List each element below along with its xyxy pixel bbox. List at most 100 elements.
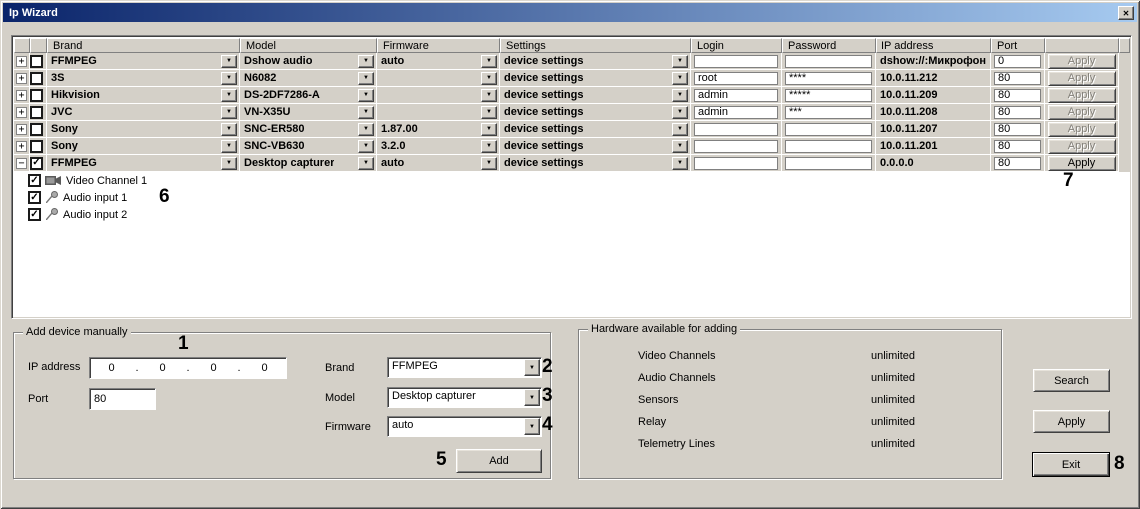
password-input[interactable] [785,72,872,85]
dropdown-arrow-icon[interactable]: ▼ [358,89,374,102]
dropdown-arrow-icon[interactable]: ▼ [524,389,540,406]
dropdown-arrow-icon[interactable]: ▼ [524,418,540,435]
port-input[interactable] [994,157,1041,170]
row-checkbox[interactable] [30,55,43,68]
dropdown-arrow-icon[interactable]: ▼ [481,123,497,136]
password-input[interactable] [785,157,872,170]
search-button[interactable]: Search [1033,369,1110,392]
channel-checkbox[interactable]: ✓ [28,174,41,187]
header-expand [14,38,30,53]
row-apply-button[interactable]: Apply [1048,88,1116,103]
ip-octet[interactable]: 0 [141,362,184,374]
expand-toggle[interactable]: + [16,107,27,118]
manual-port-input[interactable] [90,389,155,409]
apply-button[interactable]: Apply [1033,410,1110,433]
dropdown-arrow-icon[interactable]: ▼ [672,140,688,153]
close-button[interactable]: ✕ [1118,6,1134,20]
password-input[interactable] [785,140,872,153]
port-input[interactable] [994,106,1041,119]
login-input[interactable] [694,89,778,102]
dropdown-arrow-icon[interactable]: ▼ [481,157,497,170]
dropdown-arrow-icon[interactable]: ▼ [481,106,497,119]
expand-toggle[interactable]: + [16,141,27,152]
dropdown-arrow-icon[interactable]: ▼ [481,72,497,85]
dropdown-arrow-icon[interactable]: ▼ [221,106,237,119]
dropdown-arrow-icon[interactable]: ▼ [358,123,374,136]
expand-toggle[interactable]: + [16,124,27,135]
dropdown-arrow-icon[interactable]: ▼ [672,123,688,136]
exit-button[interactable]: Exit [1032,452,1110,477]
video-camera-icon [45,175,62,186]
login-input[interactable] [694,123,778,136]
dropdown-arrow-icon[interactable]: ▼ [221,157,237,170]
model-combobox[interactable]: Desktop capturer ▼ [387,387,542,408]
row-apply-button[interactable]: Apply [1048,54,1116,69]
login-input[interactable] [694,106,778,119]
login-input[interactable] [694,140,778,153]
ip-octet[interactable]: 0 [90,362,133,374]
port-input[interactable] [994,89,1041,102]
row-checkbox[interactable]: ✓ [30,157,43,170]
port-input[interactable] [994,72,1041,85]
login-input[interactable] [694,55,778,68]
ip-address-field[interactable]: 0 . 0 . 0 . 0 [89,357,287,379]
dropdown-arrow-icon[interactable]: ▼ [672,55,688,68]
dropdown-arrow-icon[interactable]: ▼ [221,89,237,102]
row-checkbox[interactable] [30,72,43,85]
row-apply-button[interactable]: Apply [1048,71,1116,86]
login-input[interactable] [694,157,778,170]
channel-checkbox[interactable]: ✓ [28,208,41,221]
row-checkbox[interactable] [30,140,43,153]
port-input[interactable] [994,55,1041,68]
dropdown-arrow-icon[interactable]: ▼ [672,157,688,170]
dropdown-arrow-icon[interactable]: ▼ [672,89,688,102]
expand-toggle[interactable]: + [16,56,27,67]
dropdown-arrow-icon[interactable]: ▼ [358,157,374,170]
dropdown-arrow-icon[interactable]: ▼ [672,72,688,85]
firmware-combobox[interactable]: auto ▼ [387,416,542,437]
ip-octet[interactable]: 0 [243,362,286,374]
model-value: Desktop capturer [240,157,334,169]
dropdown-arrow-icon[interactable]: ▼ [358,72,374,85]
row-checkbox[interactable] [30,106,43,119]
dropdown-arrow-icon[interactable]: ▼ [358,106,374,119]
table-row: + Hikvision▼ DS-2DF7286-A▼ ▼ device sett… [14,87,1130,104]
login-input[interactable] [694,72,778,85]
dropdown-arrow-icon[interactable]: ▼ [524,359,540,376]
dropdown-arrow-icon[interactable]: ▼ [481,89,497,102]
collapse-toggle[interactable]: − [16,158,27,169]
ip-octet[interactable]: 0 [192,362,235,374]
password-input[interactable] [785,89,872,102]
add-button[interactable]: Add [456,449,542,473]
dropdown-arrow-icon[interactable]: ▼ [221,140,237,153]
channel-checkbox[interactable]: ✓ [28,191,41,204]
row-apply-button[interactable]: Apply [1048,105,1116,120]
row-checkbox[interactable] [30,123,43,136]
expand-toggle[interactable]: + [16,73,27,84]
dropdown-arrow-icon[interactable]: ▼ [358,140,374,153]
row-apply-button[interactable]: Apply [1048,122,1116,137]
brand-combobox[interactable]: FFMPEG ▼ [387,357,542,378]
port-input[interactable] [994,140,1041,153]
port-input[interactable] [994,123,1041,136]
dropdown-arrow-icon[interactable]: ▼ [481,140,497,153]
table-row: + JVC▼ VN-X35U▼ ▼ device settings▼ 10.0.… [14,104,1130,121]
dropdown-arrow-icon[interactable]: ▼ [221,123,237,136]
password-input[interactable] [785,106,872,119]
password-input[interactable] [785,123,872,136]
password-input[interactable] [785,55,872,68]
dropdown-arrow-icon[interactable]: ▼ [221,55,237,68]
row-apply-button[interactable]: Apply [1048,139,1116,154]
header-login: Login [691,38,782,53]
firmware-selected-value: auto [388,417,541,436]
dropdown-arrow-icon[interactable]: ▼ [672,106,688,119]
title-bar[interactable]: Ip Wizard ✕ [3,3,1137,22]
dropdown-arrow-icon[interactable]: ▼ [358,55,374,68]
dropdown-arrow-icon[interactable]: ▼ [481,55,497,68]
row-apply-button[interactable]: Apply [1048,156,1116,171]
ip-address-label: IP address [28,361,80,373]
dropdown-arrow-icon[interactable]: ▼ [221,72,237,85]
expand-toggle[interactable]: + [16,90,27,101]
annotation-4: 4 [542,415,552,434]
row-checkbox[interactable] [30,89,43,102]
